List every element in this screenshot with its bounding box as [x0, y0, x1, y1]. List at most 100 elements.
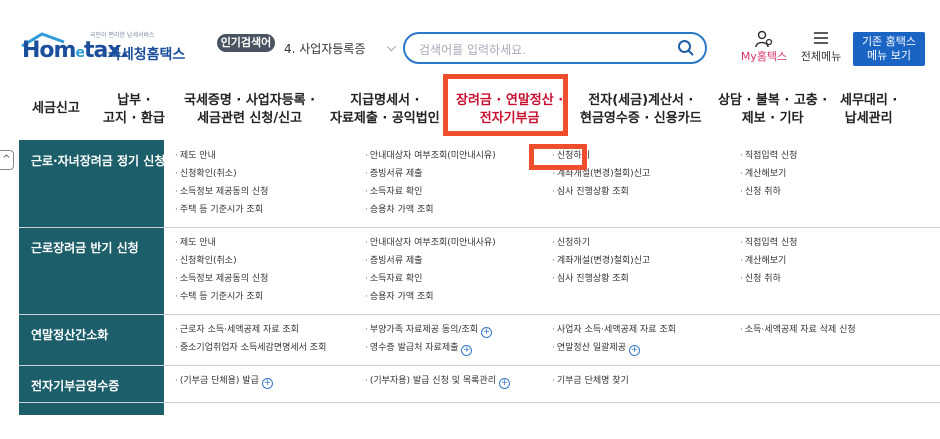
- collapse-sidebar-button[interactable]: ^: [0, 150, 14, 170]
- menu-link[interactable]: · 소득자료 확인: [365, 186, 422, 198]
- menu-link-label: 소득정보 제공동의 신청: [179, 274, 269, 284]
- menu-link[interactable]: · 심사 진행상황 조회: [552, 273, 629, 285]
- plus-circle-icon[interactable]: +: [628, 345, 640, 356]
- menu-link[interactable]: · 소득정보 제공동의 신청: [175, 273, 268, 285]
- search-input[interactable]: 검색어를 입력하세요.: [419, 41, 526, 58]
- menu-link[interactable]: · 계산해보기: [740, 255, 786, 267]
- menu-category-column: [19, 140, 164, 415]
- bullet-dot: ·: [365, 256, 368, 266]
- person-gear-icon: [755, 30, 773, 48]
- section-divider: [19, 402, 940, 403]
- nav-item-payment[interactable]: 납부 · 고지 · 환급: [103, 92, 165, 128]
- nav-item-e-invoice[interactable]: 전자(세금)계산서 · 현금영수증 · 신용카드: [580, 92, 702, 128]
- menu-link[interactable]: · 소득자료 확인: [365, 273, 422, 285]
- bullet-dot: ·: [175, 274, 178, 284]
- menu-link[interactable]: · 증빙서류 제출: [365, 168, 422, 180]
- menu-link[interactable]: · 소득·세액공제 자료 삭제 신청: [740, 324, 856, 336]
- menu-section-title[interactable]: 근로장려금 반기 신청: [31, 239, 139, 256]
- menu-link-label: 계산해보기: [744, 169, 787, 179]
- my-hometax-button[interactable]: My홈택스: [738, 30, 790, 64]
- menu-link[interactable]: · 안내대상자 여부조회(미안내시유): [365, 150, 496, 162]
- nav-item-tax-agent[interactable]: 세무대리 · 납세관리: [840, 92, 897, 128]
- menu-link[interactable]: · 증빙서류 제출: [365, 255, 422, 267]
- menu-link[interactable]: · 제도 안내: [175, 237, 216, 249]
- menu-link[interactable]: · 주택 등 기준시가 조회: [175, 204, 263, 216]
- menu-section-title[interactable]: 연말정산간소화: [31, 326, 108, 343]
- menu-link[interactable]: · (기부자용) 발급 신청 및 목록관리 +: [365, 375, 510, 389]
- nav-item-certificate[interactable]: 국세증명 · 사업자등록 · 세금관련 신청/신고: [184, 92, 315, 128]
- old-home-label-1: 기존 홈택스: [861, 35, 917, 48]
- menu-link-label: 중소기업취업자 소득세감면명세서 조회: [179, 343, 327, 353]
- menu-link-label: 주택 등 기준시가 조회: [179, 205, 263, 215]
- menu-link-label: 신청 취하: [744, 187, 781, 197]
- menu-link[interactable]: · 직접입력 신청: [740, 150, 797, 162]
- bullet-dot: ·: [175, 343, 178, 353]
- bullet-dot: ·: [175, 256, 178, 266]
- bullet-dot: ·: [365, 205, 368, 215]
- menu-link-label: 연말정산 일괄제공: [556, 343, 626, 353]
- menu-link-label: 소득자료 확인: [369, 187, 423, 197]
- menu-link-label: 사업자 소득·세액공제 자료 조회: [556, 325, 676, 335]
- menu-link[interactable]: · (기부금 단체용) 발급 +: [175, 375, 273, 389]
- menu-link[interactable]: · 승용자 가액 조회: [365, 291, 434, 303]
- popular-search-select[interactable]: 4. 사업자등록증 ⌵: [280, 38, 396, 58]
- menu-link[interactable]: · 신청하기: [552, 237, 590, 249]
- menu-link[interactable]: · 제도 안내: [175, 150, 216, 162]
- nav-item-consult[interactable]: 상담 · 불복 · 고충 · 제보 · 기타: [718, 92, 827, 128]
- menu-link[interactable]: · 심사 진행상황 조회: [552, 186, 629, 198]
- menu-section-title[interactable]: 전자기부금영수증: [31, 377, 119, 394]
- nav-item-tax-filing[interactable]: 세금신고: [32, 100, 80, 118]
- menu-link-label: 승용자 가액 조회: [369, 292, 434, 302]
- plus-circle-icon[interactable]: +: [261, 378, 273, 389]
- menu-link[interactable]: · 부양가족 자료제공 동의/조회 +: [365, 324, 492, 338]
- menu-section-title[interactable]: 근로·자녀장려금 정기 신청: [31, 152, 165, 169]
- plus-circle-icon[interactable]: +: [481, 327, 492, 338]
- search-icon[interactable]: [677, 39, 695, 57]
- bullet-dot: ·: [740, 238, 743, 248]
- menu-link[interactable]: · 근로자 소득·세액공제 자료 조회: [175, 324, 299, 336]
- menu-link-label: 근로자 소득·세액공제 자료 조회: [179, 325, 299, 335]
- menu-link-label: 제도 안내: [179, 238, 216, 248]
- menu-link[interactable]: · 신청 취하: [740, 273, 781, 285]
- plus-circle-icon[interactable]: +: [461, 345, 473, 356]
- bullet-dot: ·: [740, 256, 743, 266]
- search-box[interactable]: 검색어를 입력하세요.: [403, 32, 707, 64]
- menu-link-label: 소득자료 확인: [369, 274, 423, 284]
- menu-link[interactable]: · 계좌개설(변경)철회)신고: [552, 255, 650, 267]
- menu-link[interactable]: · 안내대상자 여부조회(미안내사유): [365, 237, 496, 249]
- menu-link[interactable]: · 계산해보기: [740, 168, 786, 180]
- menu-link[interactable]: · 신청 취하: [740, 186, 781, 198]
- bullet-dot: ·: [175, 325, 178, 335]
- menu-link[interactable]: · 승용차 가액 조회: [365, 204, 434, 216]
- menu-link[interactable]: · 중소기업취업자 소득세감면명세서 조회: [175, 342, 326, 354]
- bullet-dot: ·: [175, 169, 178, 179]
- menu-link[interactable]: · 소득정보 제공동의 신청: [175, 186, 268, 198]
- menu-link[interactable]: · 신청확인(취소): [175, 255, 237, 267]
- mega-menu: [19, 140, 940, 415]
- menu-link-label: 계좌개설(변경)철회)신고: [556, 169, 651, 179]
- hometax-logo[interactable]: 국민이 편리한 납세서비스 Hometax. 국세청홈택스: [20, 28, 185, 68]
- old-hometax-menu-button[interactable]: 기존 홈택스 메뉴 보기: [853, 32, 925, 66]
- section-divider: [19, 227, 940, 228]
- popular-search-badge: 인기검색어: [217, 34, 275, 52]
- bullet-dot: ·: [740, 151, 743, 161]
- menu-link-label: 신청확인(취소): [179, 256, 237, 266]
- bullet-dot: ·: [740, 169, 743, 179]
- menu-link-label: 심사 진행상황 조회: [556, 274, 629, 284]
- menu-link[interactable]: · 신청확인(취소): [175, 168, 237, 180]
- menu-link-label: 심사 진행상황 조회: [556, 187, 629, 197]
- menu-link-label: 수택 등 기준시가 조회: [179, 292, 263, 302]
- menu-link[interactable]: · 연말정산 일괄제공 +: [552, 342, 640, 356]
- menu-link[interactable]: · 사업자 소득·세액공제 자료 조회: [552, 324, 676, 336]
- menu-link[interactable]: · 영수증 발급처 자료제출 +: [365, 342, 473, 356]
- nav-item-payment-statement[interactable]: 지급명세서 · 자료제출 · 공익법인: [330, 92, 440, 128]
- menu-link[interactable]: · 기부금 단체명 찾기: [552, 375, 629, 387]
- menu-link-label: 증빙서류 제출: [369, 256, 423, 266]
- bullet-dot: ·: [365, 151, 368, 161]
- menu-link-label: 안내대상자 여부조회(미안내사유): [369, 238, 496, 248]
- menu-link[interactable]: · 수택 등 기준시가 조회: [175, 291, 263, 303]
- menu-link-label: (기부자용) 발급 신청 및 목록관리: [369, 376, 496, 386]
- all-menu-button[interactable]: 전체메뉴: [796, 30, 846, 64]
- plus-circle-icon[interactable]: +: [498, 378, 510, 389]
- menu-link[interactable]: · 직접입력 신청: [740, 237, 797, 249]
